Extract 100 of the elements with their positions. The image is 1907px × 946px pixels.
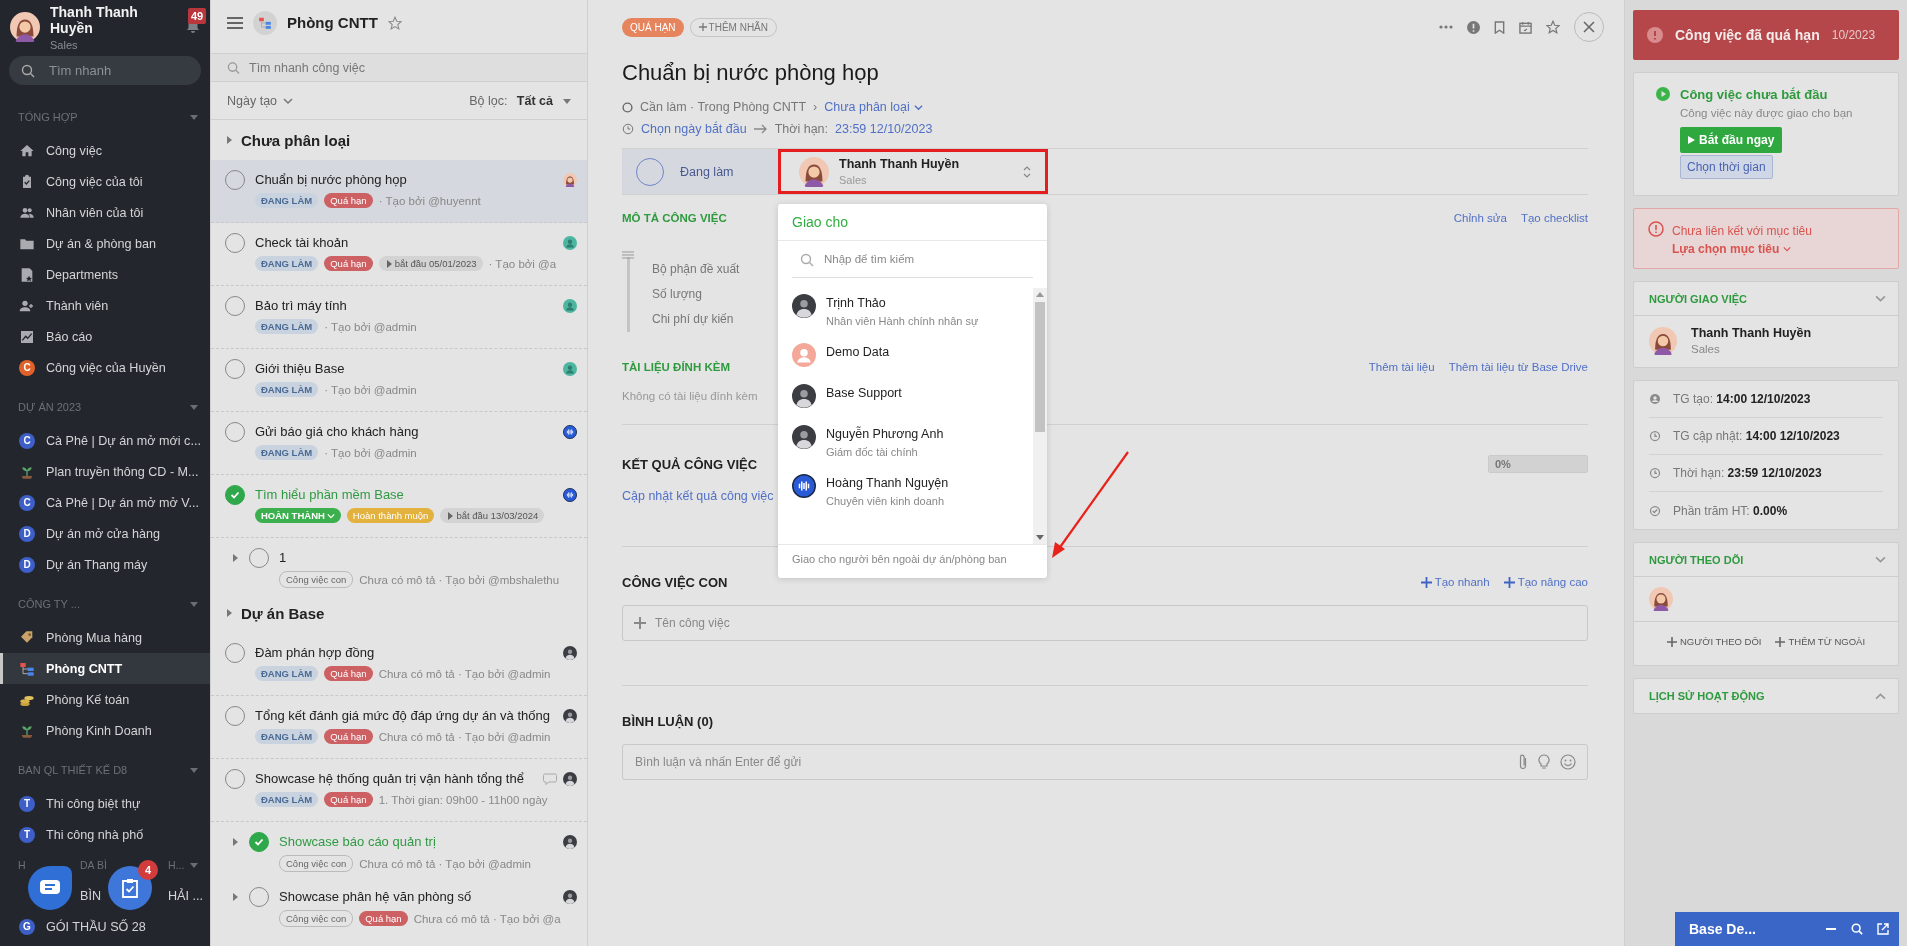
person-option[interactable]: Base Support — [792, 384, 1033, 425]
task-row[interactable]: Gửi báo giá cho khách hàng ĐANG LÀM · Tạo bởi @admin — [211, 412, 587, 475]
attachment-icon[interactable] — [1518, 754, 1528, 770]
person-option[interactable]: Trịnh Thảo Nhân viên Hành chính nhân sự — [792, 294, 1033, 343]
avatar-icon — [563, 890, 577, 904]
task-row[interactable]: Chuẩn bị nước phòng họp ĐANG LÀM Quá hạn · Tạo bởi @huyennt — [211, 160, 587, 223]
plus-icon — [1503, 576, 1515, 588]
task-title: Check tài khoản — [255, 235, 349, 250]
search-field[interactable]: Nhập để tìm kiếm — [792, 241, 1033, 278]
task-row[interactable]: Bảo trì máy tính ĐANG LÀM · Tạo bởi @admin — [211, 286, 587, 349]
lightbulb-icon[interactable] — [1538, 754, 1550, 770]
section-title: DỰ ÁN 2023 — [18, 401, 82, 413]
add-follower-button[interactable]: NGƯỜI THEO DÕI — [1666, 636, 1762, 647]
sidebar-item[interactable]: Plan truyền thông CD - M... — [0, 456, 210, 487]
arrow-right-icon — [753, 124, 768, 134]
sidebar-item[interactable]: Nhân viên của tôi — [0, 197, 210, 228]
update-result-link[interactable]: Cập nhật kết quả công việc — [622, 489, 774, 503]
checkmark-icon — [230, 490, 240, 500]
sidebar-item[interactable]: Phòng CNTT — [0, 653, 210, 684]
choose-time-button[interactable]: Chọn thời gian — [1680, 155, 1773, 179]
assignee-selector[interactable]: Thanh Thanh Huyền Sales — [778, 149, 1048, 194]
sidebar-item-text[interactable]: BÌN — [80, 888, 101, 903]
sidebar-item[interactable]: D Dự án Thang máy — [0, 549, 210, 580]
task-checkbox[interactable] — [249, 832, 269, 852]
task-row[interactable]: Tìm hiểu phần mềm Base HOÀN THÀNH Hoàn thành muộn bắt đầu 13/03/2024 — [211, 475, 587, 538]
person-option[interactable]: Hoàng Thanh Nguyện Chuyên viên kinh doanh — [792, 474, 1033, 523]
action-link[interactable]: Tạo nhanh — [1420, 576, 1490, 588]
search-field[interactable]: Tìm nhanh công việc — [211, 53, 587, 82]
task-row[interactable]: Giới thiệu Base ĐANG LÀM · Tạo bởi @admin — [211, 349, 587, 412]
chevron-down-icon — [326, 511, 335, 520]
task-row[interactable]: Showcase phân hệ văn phòng số Công việc con Quá hạn Chưa có mô tả · Tạo bởi @a — [211, 877, 587, 932]
info-icon[interactable] — [1467, 20, 1480, 34]
status-tag[interactable]: ĐANG LÀM — [255, 792, 319, 807]
status-tag[interactable]: ĐANG LÀM — [255, 445, 319, 460]
task-row[interactable]: Đàm phán hợp đồng ĐANG LÀM Quá hạn Chưa có mô tả · Tạo bởi @admin — [211, 633, 587, 696]
subtask-field[interactable]: Tên công việc — [622, 605, 1588, 641]
tasks-button[interactable] — [108, 866, 152, 910]
task-row[interactable]: Check tài khoản ĐANG LÀM Quá hạn bắt đầu 05/01/2023 · Tạo bởi @a — [211, 223, 587, 286]
sidebar-item[interactable]: Công việc — [0, 135, 210, 166]
task-meta: · Tạo bởi @huyennt — [378, 194, 481, 207]
status-tag[interactable]: ĐANG LÀM — [255, 382, 319, 397]
external-assign-link[interactable]: Giao cho người bên ngoài dự án/phòng ban — [778, 544, 1047, 578]
action-link[interactable]: Chỉnh sửa — [1453, 212, 1507, 224]
sidebar-item[interactable]: C Công việc của Huyền — [0, 352, 210, 383]
smiley-icon[interactable] — [1560, 754, 1576, 770]
task-row[interactable]: 1 Công việc con Chưa có mô tả · Tạo bởi @mbshalethu — [211, 538, 587, 593]
task-row[interactable]: Showcase báo cáo quản trị Công việc con Chưa có mô tả · Tạo bởi @admin — [211, 822, 587, 877]
menu-icon[interactable] — [227, 15, 243, 30]
chat-button[interactable] — [28, 866, 72, 910]
start-date-link[interactable]: Chọn ngày bắt đầu — [641, 122, 747, 136]
status-tag[interactable]: ĐANG LÀM — [255, 666, 319, 681]
action-link[interactable]: Tạo nâng cao — [1503, 576, 1588, 588]
status-tag[interactable]: ĐANG LÀM — [255, 319, 319, 334]
comment-field[interactable]: Bình luận và nhấn Enter để gửi — [622, 744, 1588, 780]
sidebar-item[interactable]: Dự án & phòng ban — [0, 228, 210, 259]
status-button[interactable]: Đang làm — [622, 149, 779, 194]
sidebar-item[interactable]: Departments — [0, 259, 210, 290]
plus-icon — [1420, 576, 1432, 588]
task-row[interactable]: Showcase hệ thống quản trị vận hành tổng thể ĐANG LÀM Quá hạn 1. Thời gian: 09h00 - 11h00 ngày — [211, 759, 587, 822]
sidebar-item[interactable]: C Cà Phê | Dự án mở mới c... — [0, 425, 210, 456]
section-title: CÔNG TY ... — [18, 598, 80, 610]
search-icon[interactable] — [1851, 923, 1863, 935]
sidebar-item[interactable]: G GÓI THẦU SỐ 28 — [0, 911, 210, 942]
sidebar-item[interactable]: Phòng Kế toán — [0, 684, 210, 715]
person-option[interactable]: Demo Data — [792, 343, 1033, 384]
sidebar-item[interactable]: T Thi công biệt thự — [0, 788, 210, 819]
bookmark-icon[interactable] — [1494, 20, 1505, 34]
sidebar-item[interactable]: Phòng Kinh Doanh — [0, 715, 210, 746]
action-link[interactable]: Tạo checklist — [1520, 212, 1588, 224]
task-checkbox[interactable] — [225, 485, 245, 505]
sidebar-item[interactable]: Thành viên — [0, 290, 210, 321]
category-dropdown[interactable]: Chưa phân loại — [824, 100, 923, 114]
action-link[interactable]: Thêm tài liệu từ Base Drive — [1448, 361, 1588, 373]
person-option[interactable]: Nguyễn Phương Anh Giám đốc tài chính — [792, 425, 1033, 474]
sidebar-item[interactable]: D Dự án mở cửa hàng — [0, 518, 210, 549]
sidebar-item-text[interactable]: HẢI ... — [168, 888, 203, 903]
sidebar-item[interactable]: C Cà Phê | Dự án mở mở V... — [0, 487, 210, 518]
star-icon[interactable] — [387, 15, 402, 30]
add-follower-button[interactable]: THÊM TỪ NGOÀI — [1775, 636, 1866, 647]
sort-dropdown[interactable]: Ngày tạo — [227, 93, 294, 108]
star-icon[interactable] — [1546, 20, 1560, 34]
calendar-icon[interactable] — [1519, 20, 1532, 34]
sidebar-item[interactable]: Công việc của tôi — [0, 166, 210, 197]
status-tag[interactable]: ĐANG LÀM — [255, 256, 319, 271]
more-icon[interactable] — [1439, 25, 1453, 29]
search-field[interactable]: Tìm nhanh — [9, 56, 201, 85]
sidebar-item[interactable]: T Thi công nhà phố — [0, 819, 210, 850]
banner-date: 10/2023 — [1831, 28, 1876, 42]
filter-dropdown[interactable]: Bộ lọc: Tất cả — [469, 93, 571, 108]
status-tag[interactable]: ĐANG LÀM — [255, 193, 319, 208]
external-link-icon[interactable] — [1877, 923, 1889, 935]
task-title: Chuẩn bị nước phòng họp — [622, 60, 880, 86]
clock-icon — [1649, 467, 1661, 479]
action-link[interactable]: Thêm tài liệu — [1368, 361, 1435, 373]
chat-icon — [39, 879, 61, 897]
task-row[interactable]: Tổng kết đánh giá mức độ đáp ứng dự án và thống ĐANG LÀM Quá hạn Chưa có mô tả · Tạo bởi @admin — [211, 696, 587, 759]
status-tag[interactable]: ĐANG LÀM — [255, 729, 319, 744]
sidebar-item[interactable]: Phòng Mua hàng — [0, 622, 210, 653]
sidebar-item[interactable]: Báo cáo — [0, 321, 210, 352]
scrollbar[interactable] — [1033, 288, 1047, 544]
